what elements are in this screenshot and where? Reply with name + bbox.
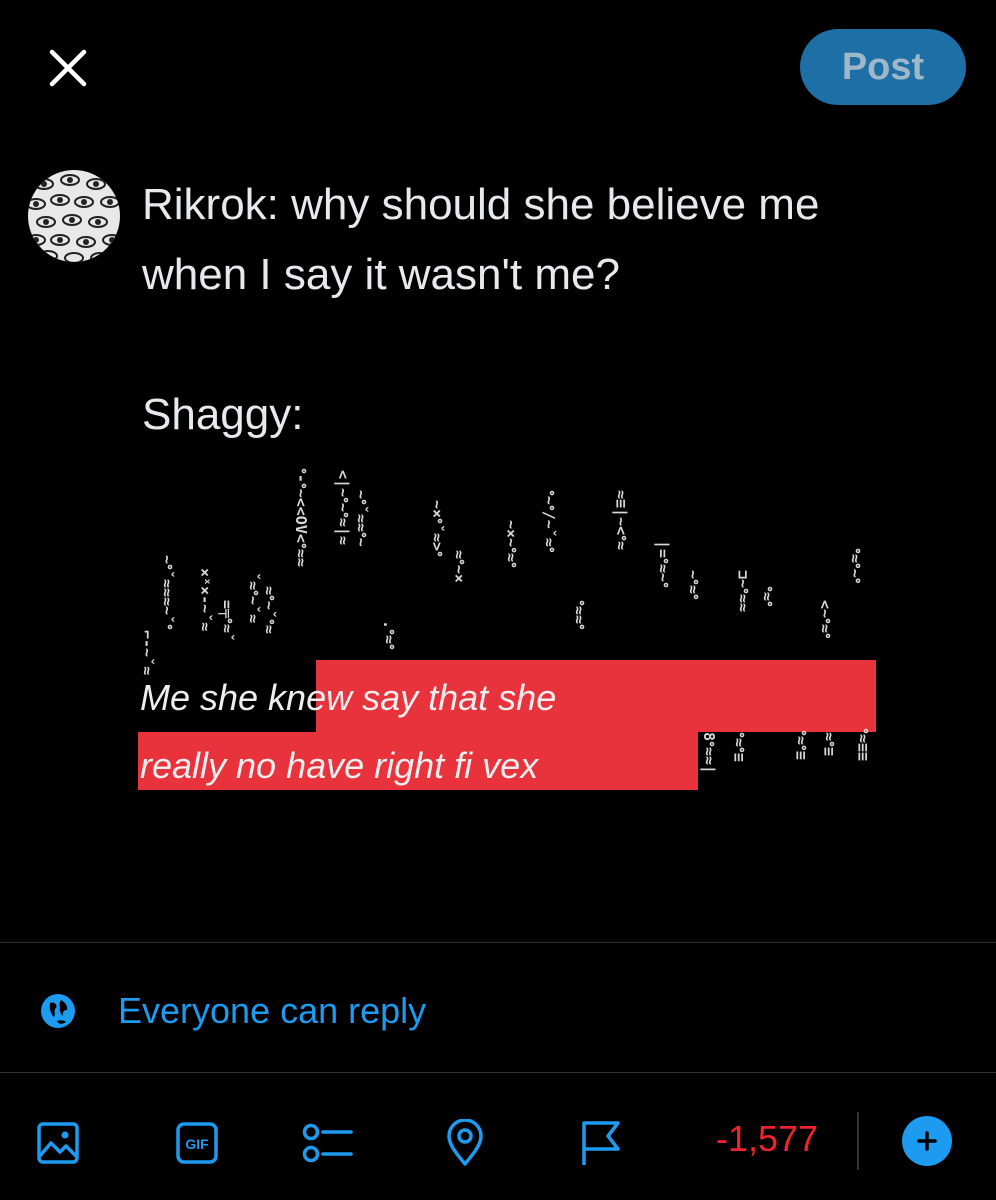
svg-text:<|~ᐤ~ᐤ≈|≈: <|~ᐤ~ᐤ≈|≈ <box>333 470 352 545</box>
compose-text[interactable]: Rikrok: why should she believe me when I… <box>142 170 942 450</box>
svg-text:ᐤ≈≡≡: ᐤ≈≡≡ <box>854 728 872 761</box>
avatar[interactable] <box>28 170 120 262</box>
svg-text:ᐤ~ᐤ/~ˇ≈ᐤ: ᐤ~ᐤ/~ˇ≈ᐤ <box>540 490 558 553</box>
svg-text:≈ᐤ~×: ≈ᐤ~× <box>450 550 468 583</box>
glitch-line-2: really no have right fi vex <box>140 745 540 786</box>
svg-text:~×ᐤˇ≈>ᐤ: ~×ᐤˇ≈>ᐤ <box>428 500 446 557</box>
svg-text:≈ᐤ~ˇᐤ≈: ≈ᐤ~ˇᐤ≈ <box>260 586 278 634</box>
glitch-text-block: ⌐-~ˇ≈ ~ᐤˇ≈≈≈~ˇᐤ ×ˣ×-~ˇ≈ =╤ᐤ≈ˇ ˇ≈ᐤ~ˇ≈ ≈ᐤ~… <box>138 468 876 790</box>
svg-text:8ᐤ≈≈|: 8ᐤ≈≈| <box>699 732 718 774</box>
post-button[interactable]: Post <box>800 29 966 105</box>
image-button[interactable] <box>28 1113 88 1173</box>
gif-button[interactable]: GIF <box>167 1113 227 1173</box>
svg-text:ᐤ≈≈ᐤ: ᐤ≈≈ᐤ <box>570 600 588 630</box>
character-counter: -1,577 <box>716 1118 819 1159</box>
flag-button[interactable] <box>570 1113 630 1173</box>
reply-setting-label: Everyone can reply <box>118 990 427 1031</box>
svg-text:⌐-~ˇ≈: ⌐-~ˇ≈ <box>138 630 156 675</box>
svg-text:~ᐤˇ≈≈ᐤ~: ~ᐤˇ≈≈ᐤ~ <box>352 490 370 547</box>
svg-text:≈ᐤ≡: ≈ᐤ≡ <box>820 732 838 756</box>
svg-text:ᐤ-ᐤ~<<OV<ᐤ≈≈: ᐤ-ᐤ~<<OV<ᐤ≈≈ <box>292 468 310 567</box>
svg-text:~×~ᐤ≈ᐤ: ~×~ᐤ≈ᐤ <box>502 520 520 568</box>
close-icon <box>49 49 87 87</box>
plus-icon <box>917 1131 937 1151</box>
avatar-pattern-icon <box>28 170 120 262</box>
toolbar-separator <box>857 1112 859 1170</box>
svg-text:ᐤ≈ᐤ≡: ᐤ≈ᐤ≡ <box>730 732 748 762</box>
svg-text:⊐~ᐤ≈≈: ⊐~ᐤ≈≈ <box>734 570 752 612</box>
svg-text:ˇ≈ᐤ~ˇ≈: ˇ≈ᐤ~ˇ≈ <box>244 572 262 623</box>
svg-text:~ᐤˇ≈≈≈~ˇᐤ: ~ᐤˇ≈≈≈~ˇᐤ <box>158 555 176 630</box>
text-line: Shaggy: <box>142 390 304 439</box>
svg-text:<~ᐤ≈ᐤ: <~ᐤ≈ᐤ <box>816 600 834 639</box>
svg-text:~ᐤ≈ᐤ: ~ᐤ≈ᐤ <box>684 570 702 600</box>
text-line: when I say it wasn't me? <box>142 250 620 299</box>
location-icon <box>447 1119 483 1166</box>
divider <box>0 942 996 943</box>
poll-button[interactable] <box>298 1113 358 1173</box>
add-post-button[interactable] <box>902 1116 952 1166</box>
svg-text:≈≡|~<ᐤ≈: ≈≡|~<ᐤ≈ <box>611 490 630 550</box>
gif-label: GIF <box>185 1136 209 1152</box>
image-icon <box>37 1122 79 1164</box>
globe-icon <box>41 994 75 1028</box>
reply-setting[interactable]: Everyone can reply <box>40 980 426 1042</box>
svg-text:×ˣ×-~ˇ≈: ×ˣ×-~ˇ≈ <box>196 568 214 631</box>
svg-text:|=ᐤ≈~ᐤ: |=ᐤ≈~ᐤ <box>653 540 672 588</box>
text-line: Rikrok: why should she believe me <box>142 180 820 229</box>
flag-icon <box>582 1121 620 1165</box>
svg-text:.ᐤ≈ᐤ: .ᐤ≈ᐤ <box>380 620 398 650</box>
divider <box>0 1072 996 1073</box>
close-button[interactable] <box>40 40 96 96</box>
svg-text:ᐤ≈ᐤ: ᐤ≈ᐤ <box>758 586 776 607</box>
glitch-line-1: Me she knew say that she <box>140 677 556 718</box>
svg-text:=╤ᐤ≈ˇ: =╤ᐤ≈ˇ <box>218 600 236 642</box>
svg-text:ᐤ≈ᐤ~ᐤ: ᐤ≈ᐤ~ᐤ <box>846 548 864 584</box>
location-button[interactable] <box>435 1113 495 1173</box>
gif-icon: GIF <box>176 1122 218 1164</box>
poll-icon <box>302 1123 353 1163</box>
svg-text:ᐤ≈ᐤ≡: ᐤ≈ᐤ≡ <box>792 730 810 760</box>
